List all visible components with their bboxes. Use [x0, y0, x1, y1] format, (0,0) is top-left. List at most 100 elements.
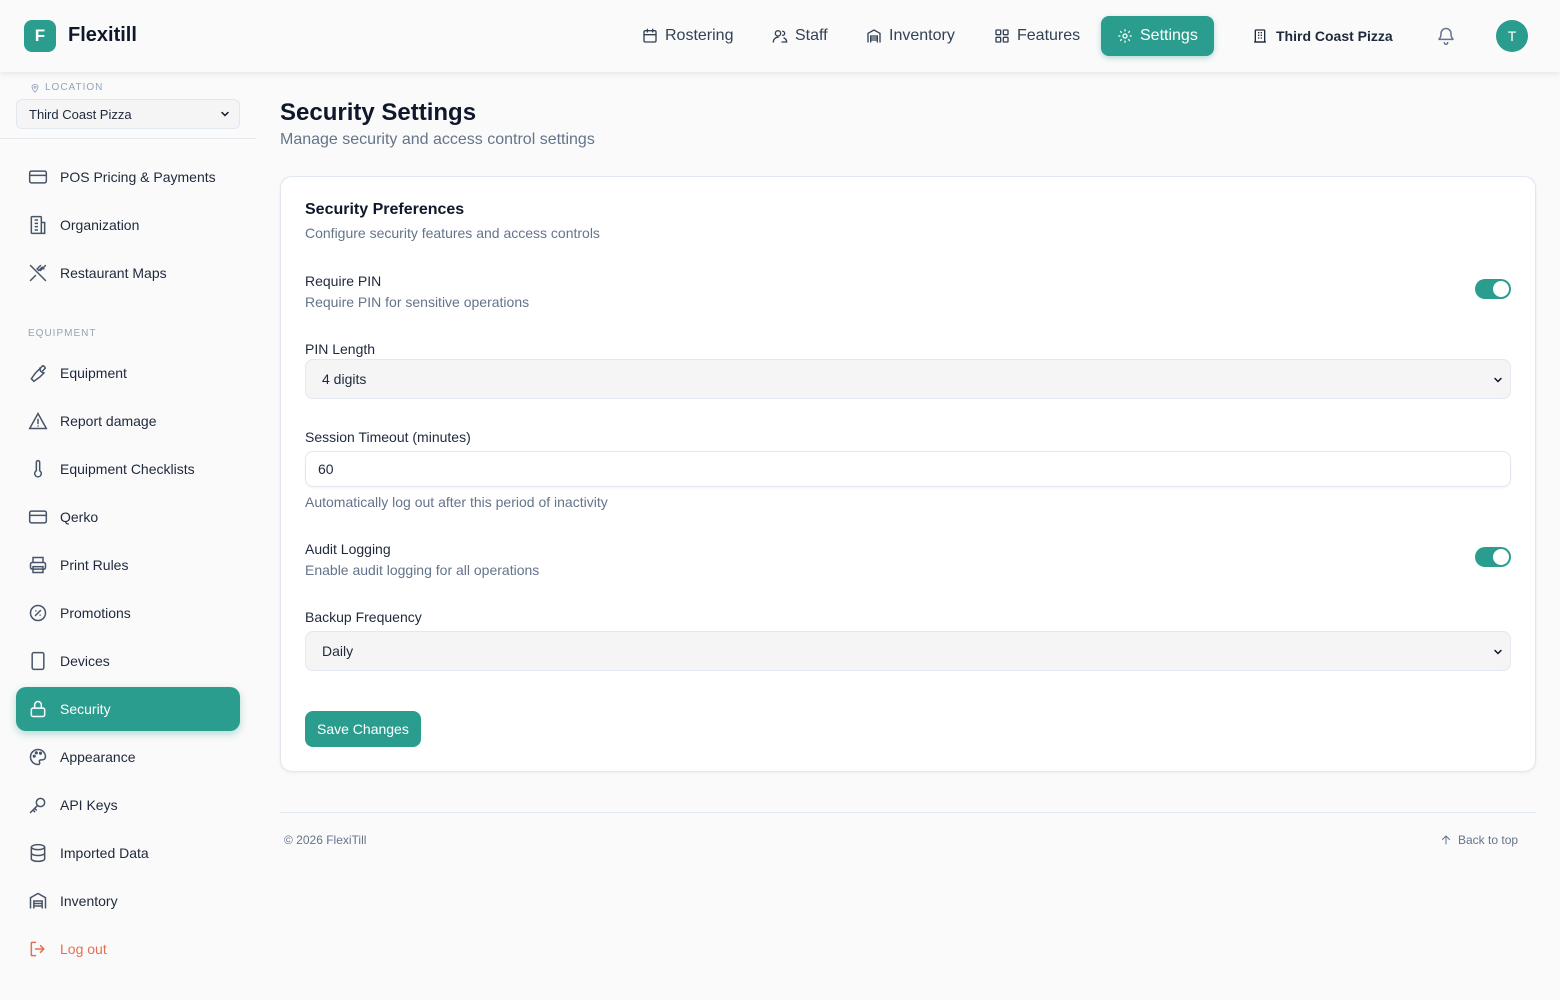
sidebar-item-logout[interactable]: Log out	[16, 927, 240, 971]
warehouse-icon	[867, 29, 881, 43]
sidebar-item-qerko[interactable]: Qerko	[16, 495, 240, 539]
app-name[interactable]: Flexitill	[68, 24, 137, 47]
pin-length-select[interactable]: 4 digits	[305, 359, 1511, 399]
sidebar-item-report-damage[interactable]: Report damage	[16, 399, 240, 443]
session-timeout-help: Automatically log out after this period …	[305, 494, 608, 510]
nav-features[interactable]: Features	[978, 16, 1096, 56]
sidebar: LOCATION Third Coast Pizza POS Pricing &…	[0, 72, 256, 1000]
chevron-down-icon	[1494, 377, 1502, 383]
nav-label: Features	[1017, 27, 1081, 44]
save-changes-button[interactable]: Save Changes	[305, 711, 421, 747]
sidebar-item-label: Imported Data	[60, 845, 149, 861]
utensils-crossed-icon	[29, 264, 47, 282]
require-pin-toggle[interactable]	[1475, 279, 1511, 299]
audit-logging-label: Audit Logging	[305, 541, 391, 557]
location-switcher[interactable]: Third Coast Pizza	[1236, 16, 1409, 56]
session-timeout-label: Session Timeout (minutes)	[305, 429, 471, 445]
nav-label: Rostering	[665, 27, 734, 44]
alert-triangle-icon	[28, 411, 48, 430]
sidebar-item-label: POS Pricing & Payments	[60, 169, 216, 185]
tablet-icon	[31, 651, 45, 671]
nav-settings[interactable]: Settings	[1101, 16, 1214, 56]
sidebar-item-promotions[interactable]: Promotions	[16, 591, 240, 635]
credit-card-icon	[28, 510, 48, 524]
sidebar-item-print-rules[interactable]: Print Rules	[16, 543, 240, 587]
arrow-up-icon	[1442, 835, 1450, 845]
grid-icon	[995, 29, 1009, 43]
back-to-top-label: Back to top	[1458, 833, 1519, 847]
calendar-icon	[643, 28, 657, 43]
gear-icon	[1118, 29, 1132, 43]
top-bar: F Flexitill Rostering Staff Inventory Fe…	[0, 0, 1560, 72]
nav-inventory[interactable]: Inventory	[850, 16, 971, 56]
sidebar-item-label: Log out	[60, 941, 107, 957]
sidebar-item-pos-pricing[interactable]: POS Pricing & Payments	[16, 155, 240, 199]
session-timeout-input[interactable]: 60	[305, 451, 1511, 487]
sidebar-item-imported-data[interactable]: Imported Data	[16, 831, 240, 875]
chevron-down-icon	[221, 111, 229, 117]
avatar[interactable]: T	[1496, 20, 1528, 52]
thermometer-icon	[33, 459, 43, 478]
sidebar-item-appearance[interactable]: Appearance	[16, 735, 240, 779]
bell-icon[interactable]	[1436, 26, 1456, 46]
session-timeout-value: 60	[318, 461, 334, 477]
database-icon	[30, 843, 46, 863]
sidebar-item-label: Equipment Checklists	[60, 461, 195, 477]
sidebar-item-organization[interactable]: Organization	[16, 203, 240, 247]
sidebar-item-label: Print Rules	[60, 557, 129, 573]
sidebar-item-label: Appearance	[60, 749, 136, 765]
location-label-text: LOCATION	[45, 82, 104, 93]
pin-length-label: PIN Length	[305, 341, 376, 357]
footer-divider	[280, 812, 1536, 813]
building-icon	[30, 215, 46, 235]
backup-frequency-select[interactable]: Daily	[305, 631, 1511, 671]
sidebar-item-inventory[interactable]: Inventory	[16, 879, 240, 923]
building-icon	[1254, 29, 1266, 43]
sidebar-item-equipment[interactable]: Equipment	[16, 351, 240, 395]
require-pin-help: Require PIN for sensitive operations	[305, 294, 530, 310]
sidebar-item-label: Devices	[60, 653, 110, 669]
sidebar-item-api-keys[interactable]: API Keys	[16, 783, 240, 827]
back-to-top-link[interactable]: Back to top	[1440, 833, 1518, 847]
toggle-knob	[1493, 281, 1509, 297]
printer-icon	[29, 556, 47, 574]
sidebar-item-restaurant-maps[interactable]: Restaurant Maps	[16, 251, 240, 295]
sidebar-divider	[0, 138, 256, 139]
audit-logging-help: Enable audit logging for all operations	[305, 562, 540, 578]
require-pin-label: Require PIN	[305, 273, 382, 289]
sidebar-item-equipment-checklists[interactable]: Equipment Checklists	[16, 447, 240, 491]
warehouse-icon	[29, 892, 47, 909]
key-icon	[29, 797, 46, 814]
card-description: Configure security features and access c…	[305, 225, 600, 241]
wrench-icon	[30, 364, 47, 383]
nav-label: Staff	[795, 27, 828, 44]
sidebar-item-label: Qerko	[60, 509, 99, 525]
card-title: Security Preferences	[305, 201, 465, 218]
sidebar-item-label: Promotions	[60, 605, 131, 621]
sidebar-item-label: Restaurant Maps	[60, 265, 167, 281]
sidebar-item-devices[interactable]: Devices	[16, 639, 240, 683]
location-select[interactable]: Third Coast Pizza	[16, 99, 240, 129]
backup-frequency-value: Daily	[322, 643, 354, 659]
nav-label: Settings	[1140, 27, 1198, 44]
copyright: © 2026 FlexiTill	[284, 833, 367, 847]
lock-icon	[30, 700, 46, 718]
nav-staff[interactable]: Staff	[756, 16, 844, 56]
app-logo[interactable]: F	[24, 20, 56, 52]
sidebar-item-label: Report damage	[60, 413, 157, 429]
location-name: Third Coast Pizza	[1276, 28, 1393, 44]
map-pin-icon	[31, 83, 39, 93]
palette-icon	[29, 748, 47, 766]
security-preferences-card: Security Preferences Configure security …	[280, 176, 1536, 772]
page-title: Security Settings	[280, 99, 477, 126]
sidebar-item-label: API Keys	[60, 797, 118, 813]
nav-rostering[interactable]: Rostering	[626, 16, 749, 56]
sidebar-section-equipment: EQUIPMENT	[28, 328, 97, 339]
location-label: LOCATION	[30, 82, 103, 93]
credit-card-icon	[28, 170, 48, 184]
sidebar-item-security[interactable]: Security	[16, 687, 240, 731]
sidebar-item-label: Inventory	[60, 893, 118, 909]
sidebar-item-label: Organization	[60, 217, 140, 233]
badge-percent-icon	[29, 604, 47, 622]
audit-logging-toggle[interactable]	[1475, 547, 1511, 567]
